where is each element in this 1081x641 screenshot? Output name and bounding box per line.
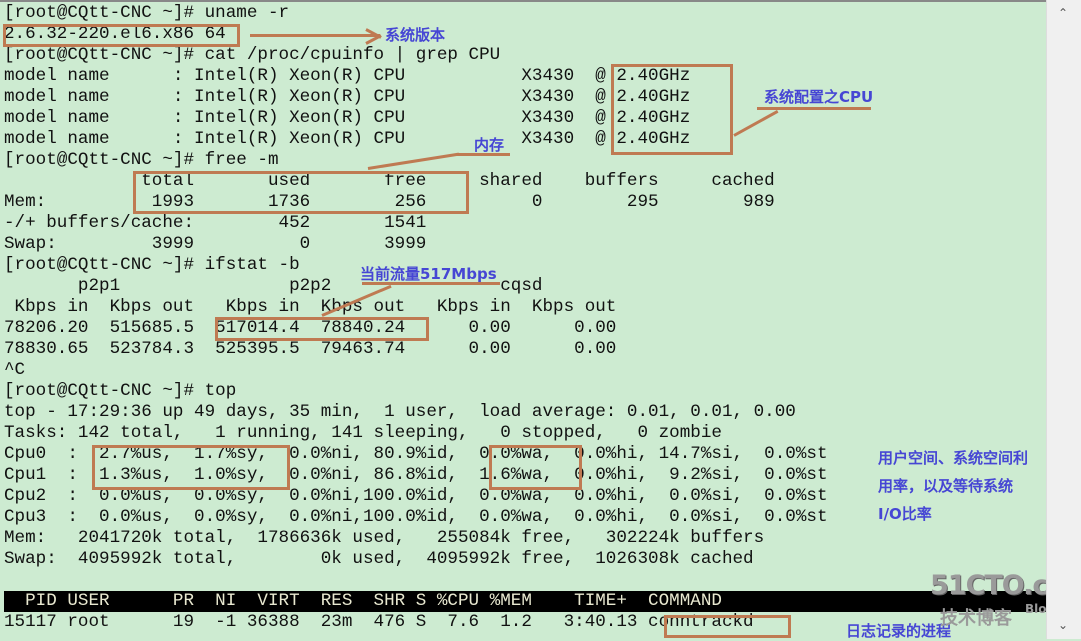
arrow-line (250, 34, 380, 37)
highlight-cpu-us-sy (92, 445, 290, 490)
terminal-line: -/+ buffers/cache: 452 1541 (4, 213, 427, 233)
terminal-line: model name : Intel(R) Xeon(R) CPU X3430 … (4, 129, 691, 149)
terminal-line: model name : Intel(R) Xeon(R) CPU X3430 … (4, 87, 691, 107)
highlight-kernel-version (3, 24, 240, 47)
terminal-line: [root@CQtt-CNC ~]# uname -r (4, 3, 290, 23)
terminal-line: [root@CQtt-CNC ~]# free -m (4, 150, 279, 170)
highlight-cpu-frequency (611, 64, 733, 155)
annotation-cpu-config: 系统配置之CPU (764, 88, 874, 106)
terminal-line: model name : Intel(R) Xeon(R) CPU X3430 … (4, 66, 691, 86)
vertical-scrollbar[interactable]: ⌃ ⌄ (1046, 0, 1081, 639)
terminal-line: [root@CQtt-CNC ~]# ifstat -b (4, 255, 300, 275)
watermark-sub: 技术博客 (940, 608, 1012, 629)
annotation-cpu-usage: 用户空间、系统空间利 (878, 449, 1029, 467)
window-top-border (0, 0, 1081, 2)
annotation-traffic: 当前流量517Mbps (360, 265, 497, 283)
highlight-cpu-wa (489, 445, 582, 490)
top-header-row: PID USER PR NI VIRT RES SHR S %CPU %MEM … (4, 591, 1046, 612)
highlight-command (664, 615, 791, 638)
annotation-kernel-version: 系统版本 (385, 26, 446, 44)
terminal-line: Kbps in Kbps out Kbps in Kbps out Kbps i… (4, 297, 617, 317)
annotation-cpu-usage: I/O比率 (878, 505, 932, 523)
terminal-line: ^C (4, 360, 26, 380)
terminal-line: [root@CQtt-CNC ~]# top (4, 381, 237, 401)
terminal-line: top - 17:29:36 up 49 days, 35 min, 1 use… (4, 402, 796, 422)
terminal-line: Swap: 4095992k total, 0k used, 4095992k … (4, 549, 754, 569)
scroll-down-icon[interactable]: ⌄ (1058, 618, 1068, 632)
scroll-up-icon[interactable]: ⌃ (1058, 6, 1068, 20)
terminal-line: p2p1 p2p2 cqsd (4, 276, 543, 296)
annotation-underline (456, 153, 510, 156)
terminal-line: Tasks: 142 total, 1 running, 141 sleepin… (4, 423, 722, 443)
terminal-line: 78830.65 523784.3 525395.5 79463.74 0.00… (4, 339, 617, 359)
terminal-line: model name : Intel(R) Xeon(R) CPU X3430 … (4, 108, 691, 128)
terminal-line: Swap: 3999 0 3999 (4, 234, 427, 254)
terminal-line: 78206.20 515685.5 517014.4 78840.24 0.00… (4, 318, 617, 338)
annotation-cpu-usage: 用率，以及等待系统 (878, 477, 1014, 495)
annotation-process: 日志记录的进程 (846, 622, 952, 640)
terminal-line: [root@CQtt-CNC ~]# cat /proc/cpuinfo | g… (4, 45, 501, 65)
annotation-underline (757, 107, 871, 110)
annotation-underline (362, 282, 500, 285)
highlight-memory (133, 171, 469, 214)
terminal-line: Mem: 2041720k total, 1786636k used, 2550… (4, 528, 765, 548)
highlight-traffic (215, 317, 429, 341)
terminal-output[interactable]: [root@CQtt-CNC ~]# uname -r 2.6.32-220.el… (4, 3, 1046, 633)
annotation-memory: 内存 (474, 136, 505, 154)
